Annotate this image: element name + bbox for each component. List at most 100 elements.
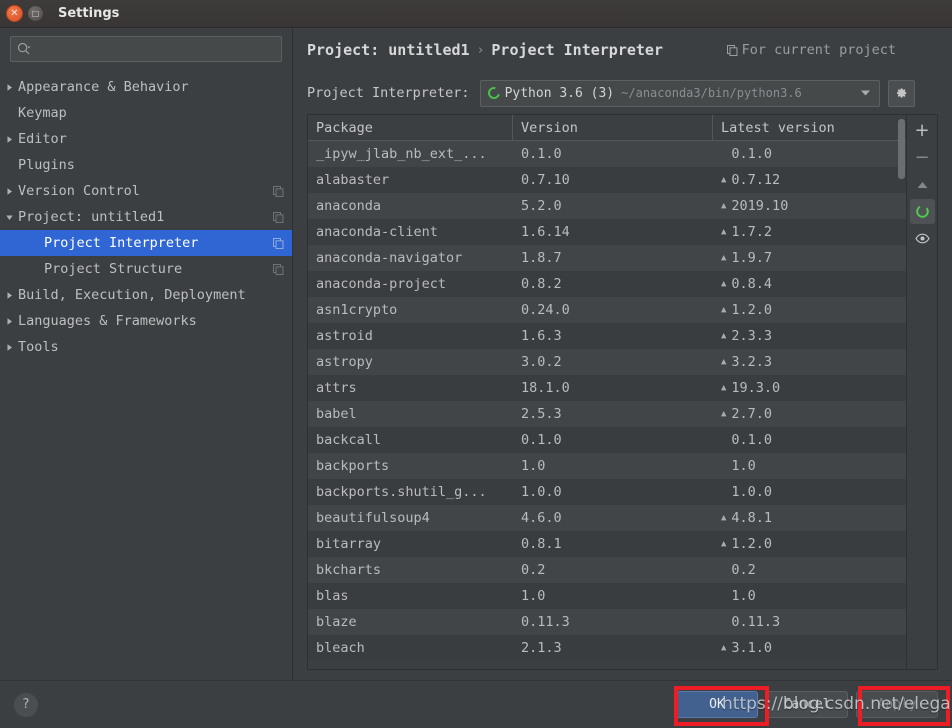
cell-package: blas	[316, 588, 349, 604]
cell-version: 5.2.0	[521, 198, 562, 214]
sidebar-item-label: Tools	[18, 339, 59, 355]
cell-version: 0.24.0	[521, 302, 570, 318]
cell-package: bitarray	[316, 536, 382, 552]
chevron-right-icon[interactable]	[0, 317, 18, 326]
sidebar-item-tools[interactable]: Tools	[0, 334, 292, 360]
cell-latest-version: ▲ 1.2.0	[713, 302, 906, 318]
cell-version: 3.0.2	[521, 354, 562, 370]
breadcrumb-separator: ›	[476, 42, 485, 58]
conda-env-button[interactable]	[909, 199, 935, 224]
upgrade-available-icon: ▲	[721, 252, 727, 263]
table-row[interactable]: backports.shutil_g...1.0.0▲1.0.0	[308, 479, 906, 505]
table-row[interactable]: backcall0.1.0▲0.1.0	[308, 427, 906, 453]
table-row[interactable]: bleach 2.1.3 ▲ 3.1.0	[308, 635, 906, 661]
breadcrumb-parent[interactable]: Project: untitled1	[307, 41, 470, 59]
table-row[interactable]: babel 2.5.3 ▲ 2.7.0	[308, 401, 906, 427]
table-row[interactable]: attrs 18.1.0 ▲ 19.3.0	[308, 375, 906, 401]
settings-dialog: ✕ □ Settings Appearance & Behavior Keyma…	[0, 0, 952, 728]
latest-version-text: 19.3.0	[731, 380, 781, 396]
interpreter-settings-button[interactable]	[887, 79, 915, 107]
upgrade-available-icon: ▲	[721, 226, 727, 237]
sidebar-item-label: Keymap	[18, 105, 67, 121]
chevron-right-icon[interactable]	[0, 187, 18, 196]
maximize-icon[interactable]: □	[27, 5, 44, 22]
chevron-right-icon[interactable]	[0, 343, 18, 352]
sidebar-item-editor[interactable]: Editor	[0, 126, 292, 152]
sidebar-item-version-control[interactable]: Version Control	[0, 178, 292, 204]
latest-version-text: 1.2.0	[731, 302, 773, 318]
cell-package: anaconda	[316, 198, 382, 214]
cell-version: 1.8.7	[521, 250, 562, 266]
table-scrollbar-thumb[interactable]	[898, 119, 905, 179]
minus-icon: −	[914, 146, 930, 168]
upgrade-available-icon: ▲	[721, 408, 727, 419]
cell-package: backports	[316, 458, 390, 474]
chevron-down-icon[interactable]	[0, 213, 18, 222]
latest-version-text: 1.2.0	[731, 536, 773, 552]
table-row[interactable]: astroid 1.6.3 ▲ 2.3.3	[308, 323, 906, 349]
cell-latest-version: ▲ 3.1.0	[713, 640, 906, 656]
sidebar-item-appearance-behavior[interactable]: Appearance & Behavior	[0, 74, 292, 100]
cell-version: 0.2	[521, 562, 546, 578]
chevron-down-icon[interactable]	[854, 90, 877, 96]
table-row[interactable]: bitarray 0.8.1 ▲ 1.2.0	[308, 531, 906, 557]
add-package-button[interactable]: +	[910, 118, 935, 143]
table-row[interactable]: bkcharts0.2▲0.2	[308, 557, 906, 583]
cell-package: backports.shutil_g...	[316, 484, 487, 500]
table-row[interactable]: anaconda-client 1.6.14 ▲ 1.7.2	[308, 219, 906, 245]
column-header-latest-version[interactable]: Latest version	[713, 115, 906, 140]
close-icon[interactable]: ✕	[6, 5, 23, 22]
table-row[interactable]: _ipyw_jlab_nb_ext_...0.1.0▲0.1.0	[308, 141, 906, 167]
cell-version: 4.6.0	[521, 510, 562, 526]
table-row[interactable]: alabaster 0.7.10 ▲ 0.7.12	[308, 167, 906, 193]
sidebar-item-project-interpreter[interactable]: Project Interpreter	[0, 230, 292, 256]
cell-latest-version: ▲ 1.9.7	[713, 250, 906, 266]
cell-version: 1.6.3	[521, 328, 562, 344]
sidebar-item-label: Project: untitled1	[18, 209, 165, 225]
cell-package: _ipyw_jlab_nb_ext_...	[316, 146, 487, 162]
table-scrollbar[interactable]	[897, 115, 906, 669]
sidebar-item-project-structure[interactable]: Project Structure	[0, 256, 292, 282]
help-button[interactable]: ?	[14, 692, 38, 717]
chevron-right-icon[interactable]	[0, 291, 18, 300]
sidebar-item-plugins[interactable]: Plugins	[0, 152, 292, 178]
table-row[interactable]: blaze0.11.3▲0.11.3	[308, 609, 906, 635]
remove-package-button[interactable]: −	[910, 145, 935, 170]
table-row[interactable]: anaconda-navigator 1.8.7 ▲ 1.9.7	[308, 245, 906, 271]
cell-latest-version: ▲0.1.0	[713, 146, 906, 162]
table-row[interactable]: anaconda 5.2.0 ▲ 2019.10	[308, 193, 906, 219]
chevron-right-icon[interactable]	[0, 135, 18, 144]
show-early-releases-button[interactable]	[910, 226, 935, 251]
python-env-icon	[485, 84, 502, 102]
table-row[interactable]: beautifulsoup4 4.6.0 ▲ 4.8.1	[308, 505, 906, 531]
table-row[interactable]: astropy 3.0.2 ▲ 3.2.3	[308, 349, 906, 375]
search-box[interactable]	[10, 36, 282, 62]
interpreter-select[interactable]: Python 3.6 (3) ~/anaconda3/bin/python3.6	[479, 79, 880, 107]
watermark-text: https://blog.csdn.net/elegantoo	[722, 694, 952, 714]
table-row[interactable]: asn1crypto 0.24.0 ▲ 1.2.0	[308, 297, 906, 323]
table-header-row: Package Version Latest version	[308, 115, 906, 141]
page-title: Project Interpreter	[491, 41, 663, 59]
upgrade-package-button[interactable]	[910, 172, 935, 197]
table-row[interactable]: anaconda-project 0.8.2 ▲ 0.8.4	[308, 271, 906, 297]
cell-version: 0.1.0	[521, 432, 562, 448]
packages-table: Package Version Latest version _ipyw_jla…	[307, 114, 907, 670]
table-row[interactable]: backports1.0▲1.0	[308, 453, 906, 479]
upgrade-available-icon: ▲	[721, 642, 727, 653]
scope-indicator: For current project	[726, 41, 938, 60]
cell-package: bleach	[316, 640, 365, 656]
latest-version-text: 2.7.0	[731, 406, 773, 422]
sidebar-item-build-execution-deployment[interactable]: Build, Execution, Deployment	[0, 282, 292, 308]
upgrade-available-icon: ▲	[721, 174, 727, 185]
sidebar-item-keymap[interactable]: Keymap	[0, 100, 292, 126]
copy-icon	[273, 185, 284, 197]
sidebar-item-languages-frameworks[interactable]: Languages & Frameworks	[0, 308, 292, 334]
search-input[interactable]	[35, 42, 275, 56]
cell-package: bkcharts	[316, 562, 382, 578]
chevron-right-icon[interactable]	[0, 83, 18, 92]
column-header-package[interactable]: Package	[308, 115, 513, 140]
sidebar-item-project-untitled1[interactable]: Project: untitled1	[0, 204, 292, 230]
column-header-version[interactable]: Version	[513, 115, 713, 140]
table-row[interactable]: blas1.0▲1.0	[308, 583, 906, 609]
sidebar-item-label: Languages & Frameworks	[18, 313, 197, 329]
